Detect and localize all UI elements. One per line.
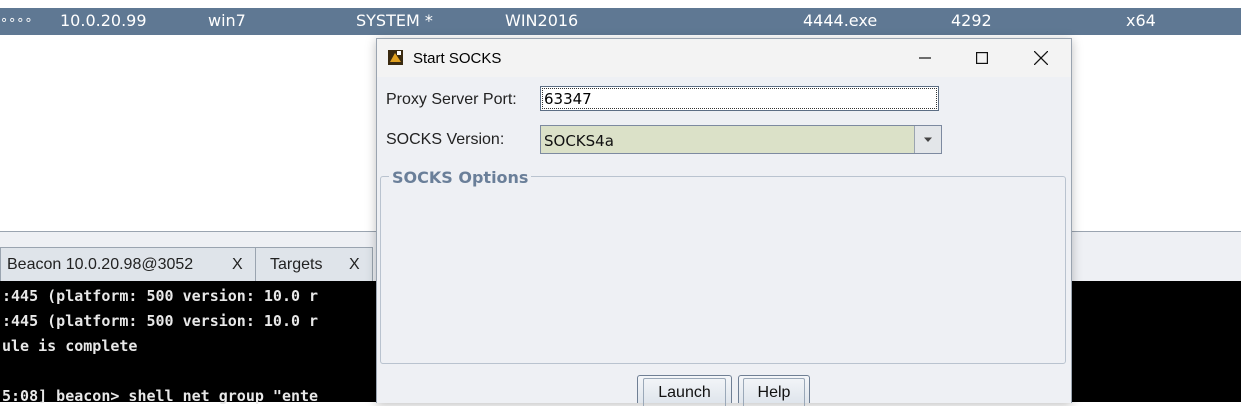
launch-button-label: Launch (643, 377, 726, 406)
tab-beacon-close-button[interactable]: X (232, 256, 243, 274)
computer-cell: WIN2016 (505, 11, 579, 30)
socks-version-select[interactable]: SOCKS4a (540, 125, 942, 154)
tab-targets-close-button[interactable]: X (349, 256, 360, 274)
listener-cell: win7 (208, 11, 246, 30)
dropdown-arrow[interactable] (914, 126, 941, 153)
help-button[interactable]: Help (738, 375, 810, 406)
close-icon (1034, 51, 1048, 65)
pid-cell: 4292 (951, 11, 992, 30)
socks-version-value: SOCKS4a (544, 132, 614, 150)
console-line: :445 (platform: 500 version: 10.0 r (2, 312, 319, 330)
close-button[interactable] (1013, 39, 1069, 77)
minimize-button[interactable] (897, 39, 953, 77)
console-line: 5:08] beacon> shell net group "ente (2, 387, 319, 405)
socks-version-label: SOCKS Version: (386, 131, 505, 148)
launch-button[interactable]: Launch (637, 375, 732, 406)
dialog-title-bar[interactable]: Start SOCKS (377, 39, 1071, 77)
beacon-table-row-selected[interactable]: ∘∘∘∘ 10.0.20.99 win7 SYSTEM * WIN2016 44… (0, 8, 1241, 35)
proxy-port-input[interactable] (540, 86, 939, 111)
maximize-button[interactable] (954, 39, 1010, 77)
console-line: :445 (platform: 500 version: 10.0 r (2, 287, 319, 305)
proxy-port-label: Proxy Server Port: (386, 91, 517, 108)
external-ip-cell: ∘∘∘∘ (0, 13, 33, 28)
tab-beacon[interactable]: Beacon 10.0.20.98@3052 X (0, 247, 256, 281)
chevron-down-icon (924, 137, 932, 142)
help-button-label: Help (742, 377, 806, 406)
internal-ip-cell: 10.0.20.99 (60, 11, 147, 30)
app-icon (388, 50, 403, 65)
dialog-title: Start SOCKS (413, 50, 502, 67)
socks-options-group: SOCKS Options (380, 168, 1066, 364)
user-cell: SYSTEM * (356, 11, 433, 30)
socks-options-legend: SOCKS Options (389, 168, 532, 187)
tab-targets[interactable]: Targets X (255, 247, 373, 281)
arch-cell: x64 (1126, 11, 1156, 30)
maximize-icon (976, 52, 988, 64)
start-socks-dialog: Start SOCKS Proxy Server Port: SOCKS Ver… (376, 38, 1072, 406)
tab-beacon-label: Beacon 10.0.20.98@3052 (7, 256, 194, 273)
tab-targets-label: Targets (270, 256, 323, 273)
minimize-icon (919, 57, 931, 59)
console-line: ule is complete (2, 337, 138, 355)
table-top-strip (0, 0, 1241, 8)
process-cell: 4444.exe (803, 11, 878, 30)
